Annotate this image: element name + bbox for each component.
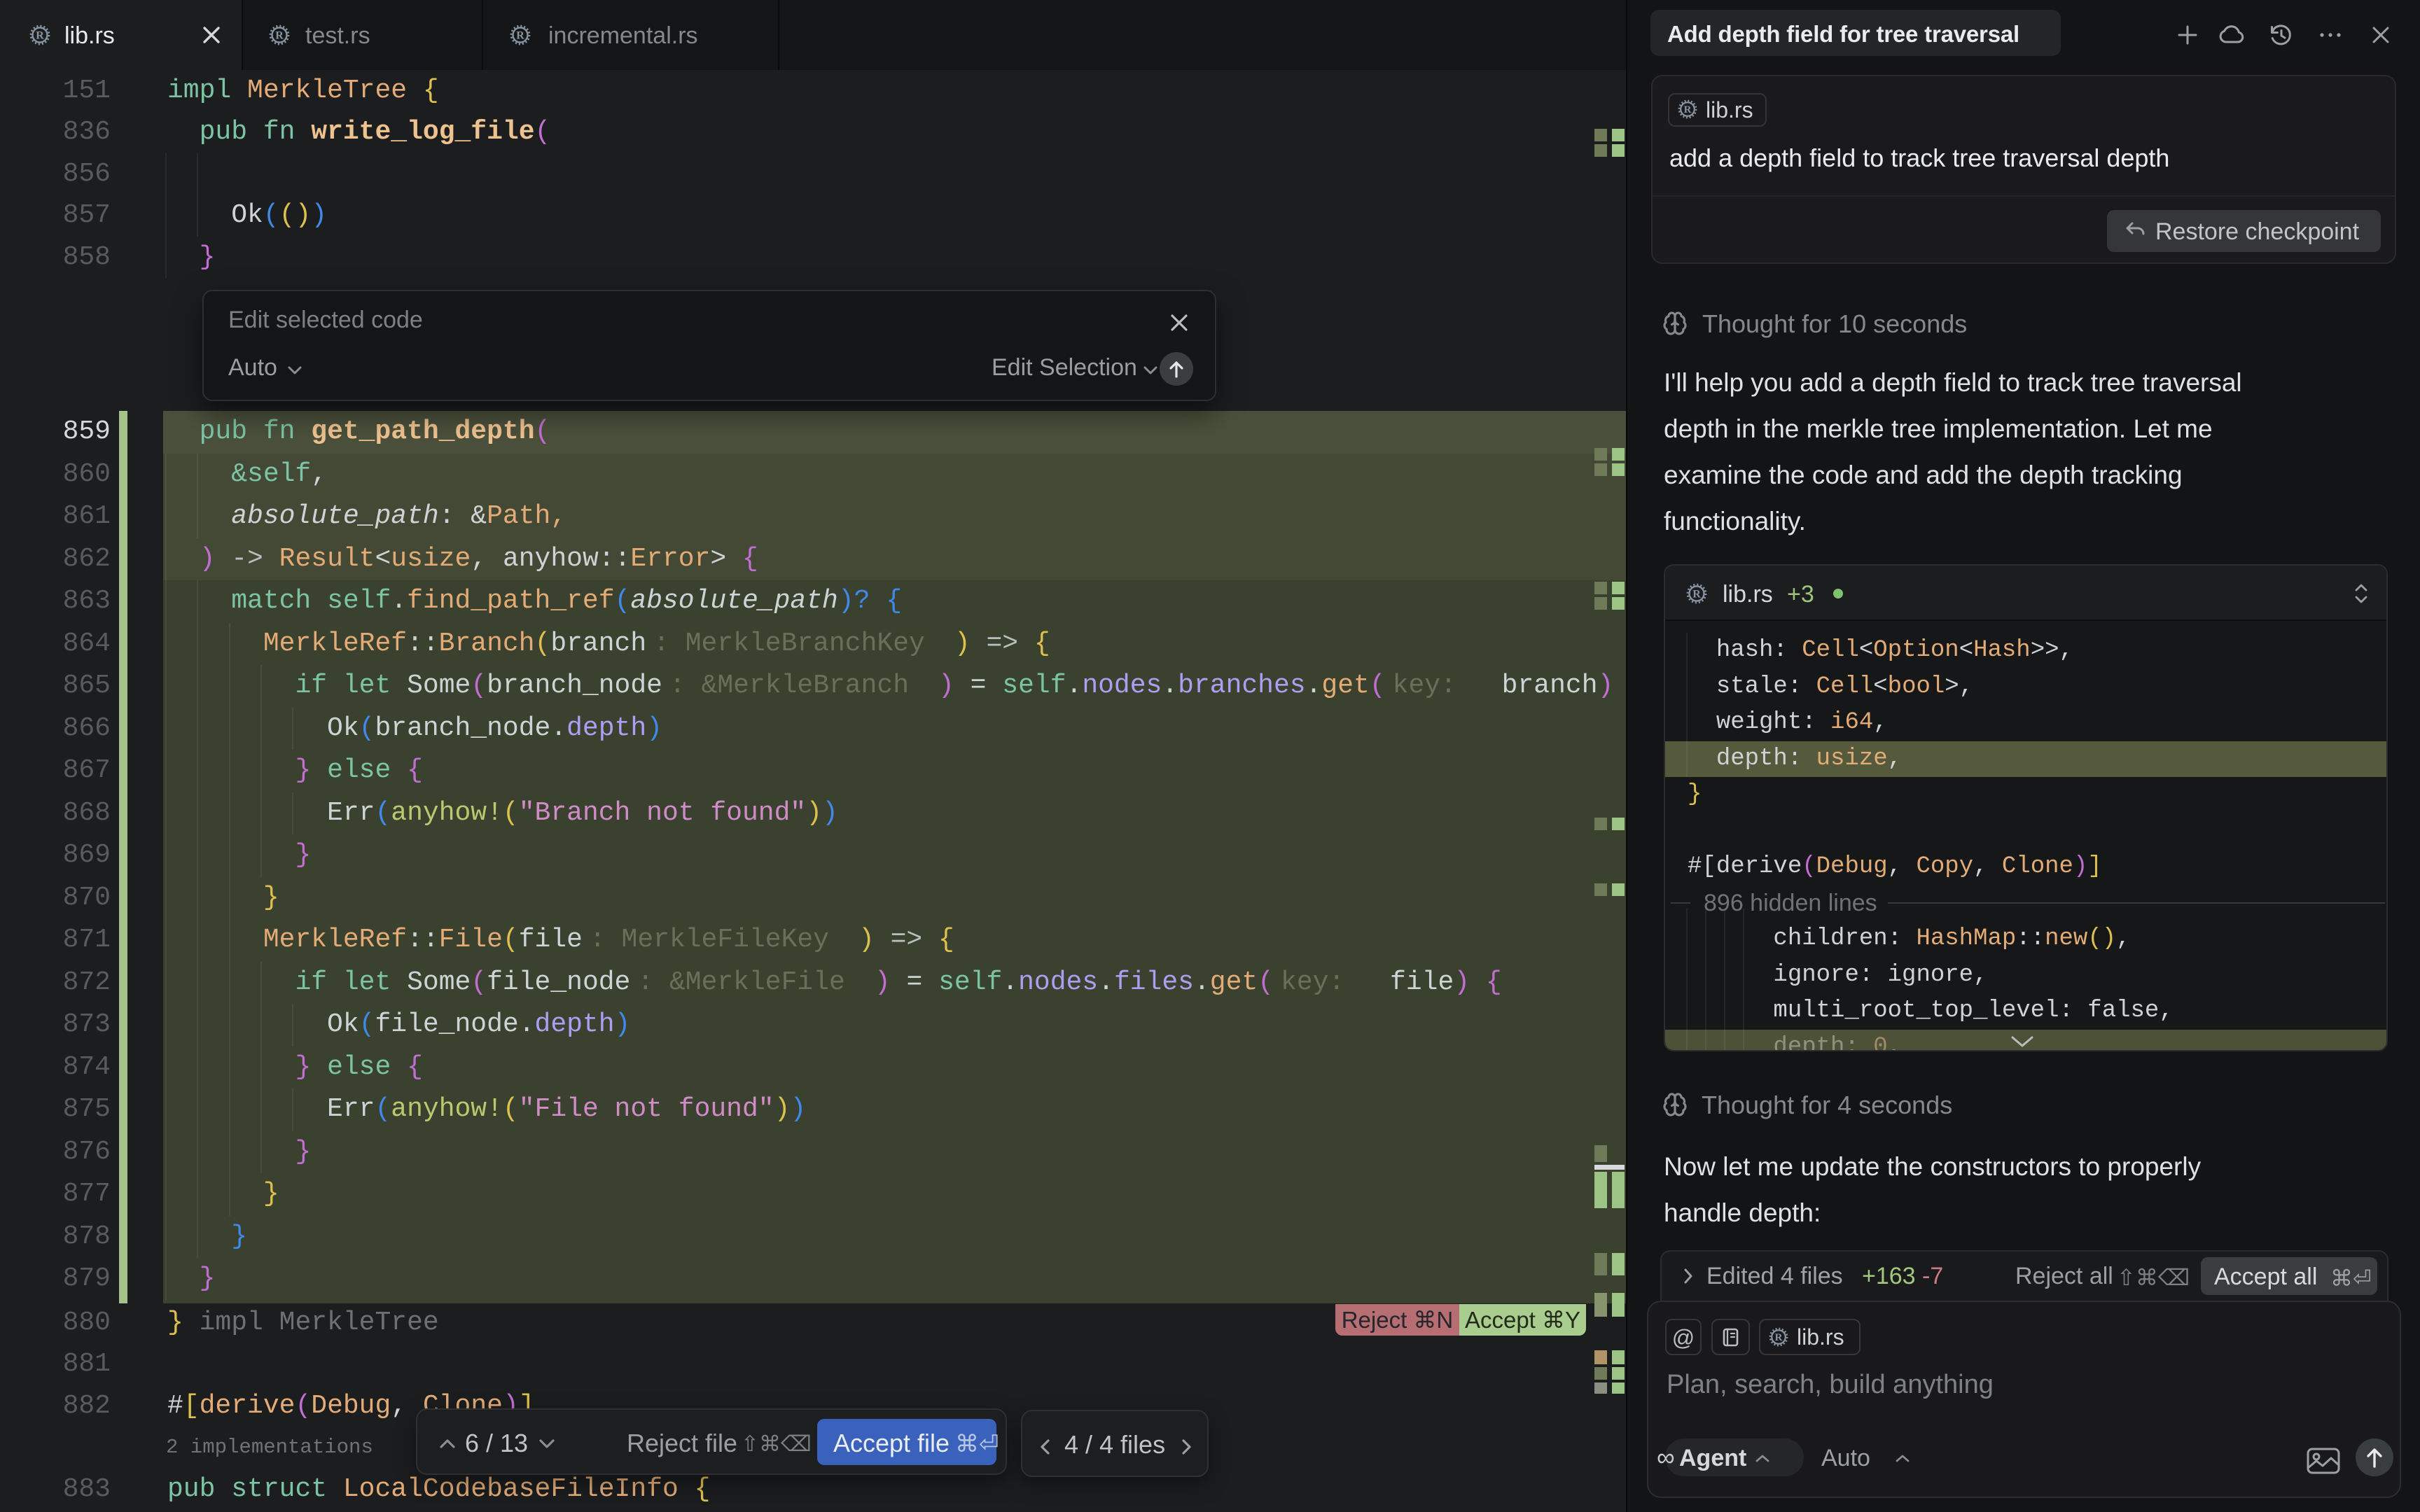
svg-text:R: R	[275, 30, 284, 42]
svg-text:R: R	[36, 30, 44, 42]
svg-text:R: R	[1775, 1332, 1783, 1343]
svg-text:R: R	[1684, 104, 1692, 115]
svg-text:R: R	[516, 30, 524, 42]
svg-text:R: R	[1692, 589, 1701, 601]
